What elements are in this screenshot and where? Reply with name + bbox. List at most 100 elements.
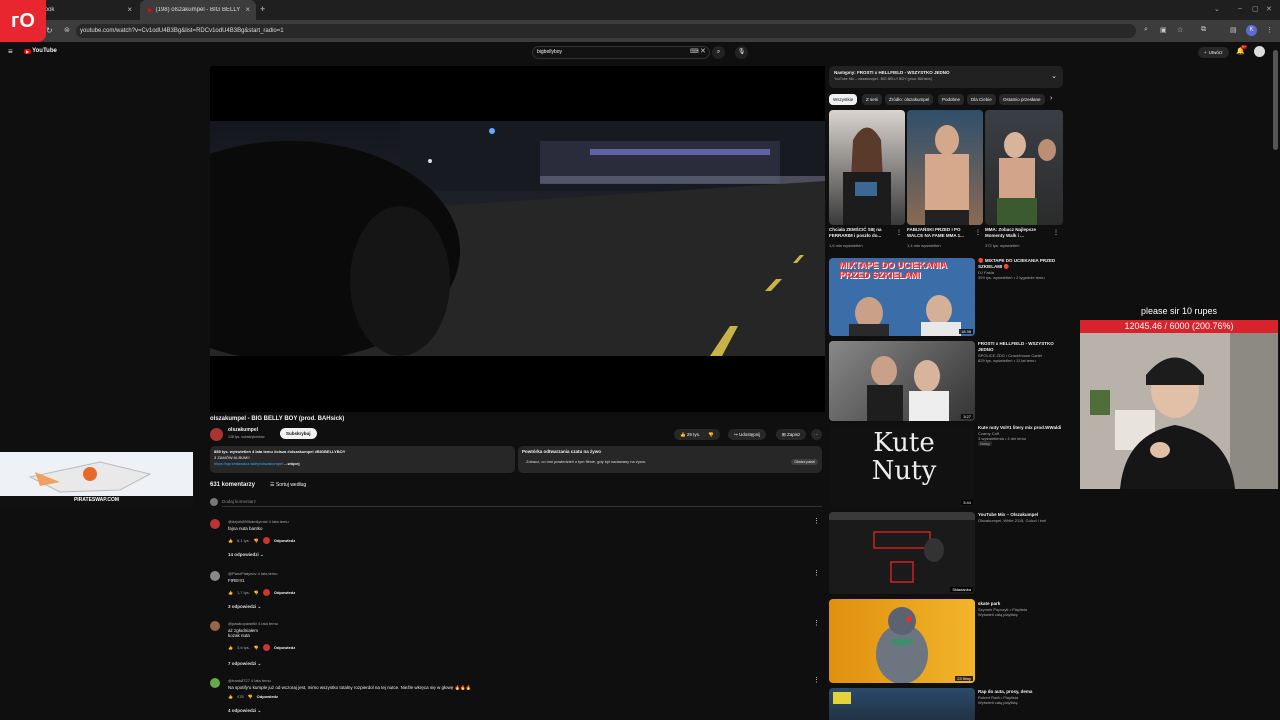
thumbs-up-icon[interactable]: 👍 bbox=[228, 538, 233, 543]
new-tab-button[interactable]: + bbox=[260, 4, 265, 14]
like-button[interactable]: 👍 29 tys. bbox=[680, 429, 700, 440]
short-menu-icon[interactable]: ⋮ bbox=[1053, 229, 1059, 236]
video-thumbnail[interactable]: Składanka bbox=[829, 512, 975, 594]
reply-button[interactable]: Odpowiedz bbox=[274, 645, 295, 650]
playlist-panel[interactable]: Następny: FROSTI x HELLFIELD - WSZYSTKO … bbox=[829, 66, 1063, 88]
show-replies-button[interactable]: 4 odpowiedzi ⌄ bbox=[228, 708, 261, 714]
sort-comments-button[interactable]: ☰ Sortuj według bbox=[270, 482, 306, 488]
save-button[interactable]: ⊞ Zapisz bbox=[776, 429, 807, 440]
comment-menu-icon[interactable]: ⋮ bbox=[813, 619, 820, 627]
tab-search-icon[interactable]: ⌄ bbox=[1214, 5, 1220, 13]
chips-next-icon[interactable]: › bbox=[1050, 95, 1052, 102]
short-thumbnail[interactable] bbox=[985, 110, 1063, 225]
short-title[interactable]: MMA: Zobacz Najlepsze Momenty Walk i ... bbox=[985, 227, 1051, 239]
minimize-button[interactable]: – bbox=[1238, 5, 1242, 12]
show-more-link[interactable]: ...więcej bbox=[284, 461, 299, 466]
add-comment-input[interactable]: Dodaj komentarz bbox=[222, 499, 822, 507]
related-video-info[interactable]: skate park Szymek Popczyk • Playlista Wy… bbox=[978, 601, 1062, 617]
comment-avatar[interactable] bbox=[210, 519, 220, 529]
thumbs-up-icon[interactable]: 👍 bbox=[228, 694, 233, 699]
video-thumbnail[interactable]: 23 filmy bbox=[829, 599, 975, 683]
show-replies-button[interactable]: 3 odpowiedzi ⌄ bbox=[228, 604, 261, 610]
channel-name[interactable]: olszakumpel bbox=[228, 427, 258, 433]
account-avatar[interactable] bbox=[1254, 46, 1265, 57]
thumbs-down-icon[interactable]: 👎 bbox=[248, 694, 253, 699]
thumbs-down-icon[interactable]: 👎 bbox=[254, 590, 259, 595]
youtube-logo[interactable]: ▶ YouTube bbox=[24, 48, 57, 54]
search-icon[interactable]: ⌕ bbox=[712, 46, 725, 59]
video-thumbnail[interactable]: 3:27 bbox=[829, 341, 975, 421]
video-player[interactable] bbox=[210, 66, 825, 412]
sidepanel-icon[interactable]: ▤ bbox=[1230, 26, 1237, 34]
browser-menu-icon[interactable]: ⋮ bbox=[1266, 26, 1273, 34]
site-info-icon[interactable]: ⊜ bbox=[64, 26, 70, 34]
related-video-info[interactable]: Kute nuty Vol#1 litery mix prod.WWaldi C… bbox=[978, 425, 1062, 447]
chip-all[interactable]: Wszystkie bbox=[829, 94, 858, 105]
thumbs-up-icon[interactable]: 👍 bbox=[228, 590, 233, 595]
close-tab-icon[interactable]: × bbox=[245, 5, 250, 15]
clear-search-icon[interactable]: ✕ bbox=[700, 47, 706, 55]
dislike-button[interactable]: 👎 bbox=[708, 429, 714, 440]
maximize-button[interactable]: ▢ bbox=[1252, 5, 1259, 13]
reload-icon[interactable]: ↻ bbox=[46, 26, 53, 35]
cast-icon[interactable]: ▣ bbox=[1160, 26, 1167, 34]
comment-author[interactable]: @frank8727 4 lata temu bbox=[228, 678, 271, 683]
related-video-info[interactable]: 🔴 MIXTAPE DO UCIEKANIA PRZED SZKIELAMI 🔴… bbox=[978, 258, 1062, 280]
close-window-button[interactable]: ✕ bbox=[1266, 5, 1272, 13]
more-actions-icon[interactable]: ⋯ bbox=[811, 429, 822, 440]
reply-button[interactable]: Odpowiedz bbox=[257, 694, 278, 699]
show-replies-button[interactable]: 7 odpowiedzi ⌄ bbox=[228, 661, 261, 667]
channel-avatar[interactable] bbox=[210, 428, 223, 441]
comment-author[interactable]: @pawkopawelki 4 lata temu bbox=[228, 621, 278, 626]
open-panel-button[interactable]: Otwórz panel bbox=[791, 459, 818, 465]
share-button[interactable]: ↪ Udostępnij bbox=[728, 429, 767, 440]
thumbs-down-icon[interactable]: 👎 bbox=[254, 538, 259, 543]
show-replies-button[interactable]: 14 odpowiedzi ⌄ bbox=[228, 552, 264, 558]
related-video-info[interactable]: FROSTI x HELLFIELD - WSZYSTKO JEDNO SPOL… bbox=[978, 341, 1062, 363]
comment-menu-icon[interactable]: ⋮ bbox=[813, 676, 820, 684]
comment-menu-icon[interactable]: ⋮ bbox=[813, 569, 820, 577]
search-input[interactable]: bigbellyboy bbox=[532, 46, 710, 59]
chip-similar[interactable]: Podobne bbox=[938, 94, 965, 105]
close-tab-icon[interactable]: × bbox=[127, 5, 132, 15]
hamburger-menu-icon[interactable]: ≡ bbox=[8, 47, 13, 56]
create-button[interactable]: + Utwórz bbox=[1198, 47, 1229, 58]
browser-tab-ebook[interactable]: ebook × bbox=[30, 0, 138, 20]
comment-avatar[interactable] bbox=[210, 678, 220, 688]
short-thumbnail[interactable] bbox=[829, 110, 905, 225]
comment-avatar[interactable] bbox=[210, 621, 220, 631]
short-thumbnail[interactable] bbox=[907, 110, 983, 225]
comment-author[interactable]: @dejvik890kdmilymist 4 lata temu bbox=[228, 519, 289, 524]
zoom-search-icon[interactable]: ⌕ bbox=[1144, 26, 1148, 34]
description-box[interactable]: 858 tys. wyświetleń 4 lata temu #olsza #… bbox=[210, 446, 515, 473]
comment-author[interactable]: @PanzPlatynov 4 lata temu bbox=[228, 571, 277, 576]
short-title[interactable]: Chciała ZEMŚCIĆ SIĘ na FERRARIM i poszło… bbox=[829, 227, 893, 239]
chip-for-you[interactable]: Dla Ciebie bbox=[967, 94, 996, 105]
reply-button[interactable]: Odpowiedz bbox=[274, 538, 295, 543]
expand-chevron-icon[interactable]: ⌄ bbox=[1051, 72, 1057, 80]
comment-menu-icon[interactable]: ⋮ bbox=[813, 517, 820, 525]
subscribe-button[interactable]: Subskrybuj bbox=[280, 428, 317, 439]
short-title[interactable]: FABIJAŃSKI PRZED I PO WALCE NA FAME MMA … bbox=[907, 227, 973, 239]
chip-source[interactable]: Źródło: olszakumpel bbox=[885, 94, 934, 105]
short-menu-icon[interactable]: ⋮ bbox=[975, 229, 981, 236]
address-input[interactable]: youtube.com/watch?v=Cv1odU4B3Bg&list=RDC… bbox=[76, 24, 1136, 38]
profile-avatar[interactable]: K bbox=[1246, 25, 1257, 36]
chip-recent[interactable]: Ostatnio przesłane bbox=[999, 94, 1045, 105]
microphone-icon[interactable]: 🎙 bbox=[735, 46, 748, 59]
video-thumbnail[interactable] bbox=[829, 688, 975, 720]
short-menu-icon[interactable]: ⋮ bbox=[896, 229, 902, 236]
thumbs-down-icon[interactable]: 👎 bbox=[254, 645, 259, 650]
related-video-info[interactable]: YouTube Mix – Olszakumpel Olszakumpel, W… bbox=[978, 512, 1062, 523]
chip-series[interactable]: Z serii bbox=[862, 94, 883, 105]
reply-button[interactable]: Odpowiedz bbox=[274, 590, 295, 595]
extensions-icon[interactable]: ⧉ bbox=[1201, 26, 1206, 34]
video-thumbnail[interactable]: MIXTAPE DO UCIEKANIA PRZED SZKIELAMI 18:… bbox=[829, 258, 975, 336]
comment-avatar[interactable] bbox=[210, 571, 220, 581]
browser-tab-youtube[interactable]: ▶ (198) olszakumpel - BIG BELLY BOY... × bbox=[140, 0, 256, 20]
bookmark-star-icon[interactable]: ☆ bbox=[1177, 26, 1183, 34]
related-video-info[interactable]: Rap do auta, prosy, dema Robert Radt • P… bbox=[978, 689, 1062, 705]
video-thumbnail[interactable]: Kute Nuty 3:44 bbox=[829, 425, 975, 507]
description-link[interactable]: https://sprzedawacz.sklep/olszakumpel bbox=[214, 461, 283, 466]
keyboard-icon[interactable]: ⌨ bbox=[690, 48, 699, 55]
